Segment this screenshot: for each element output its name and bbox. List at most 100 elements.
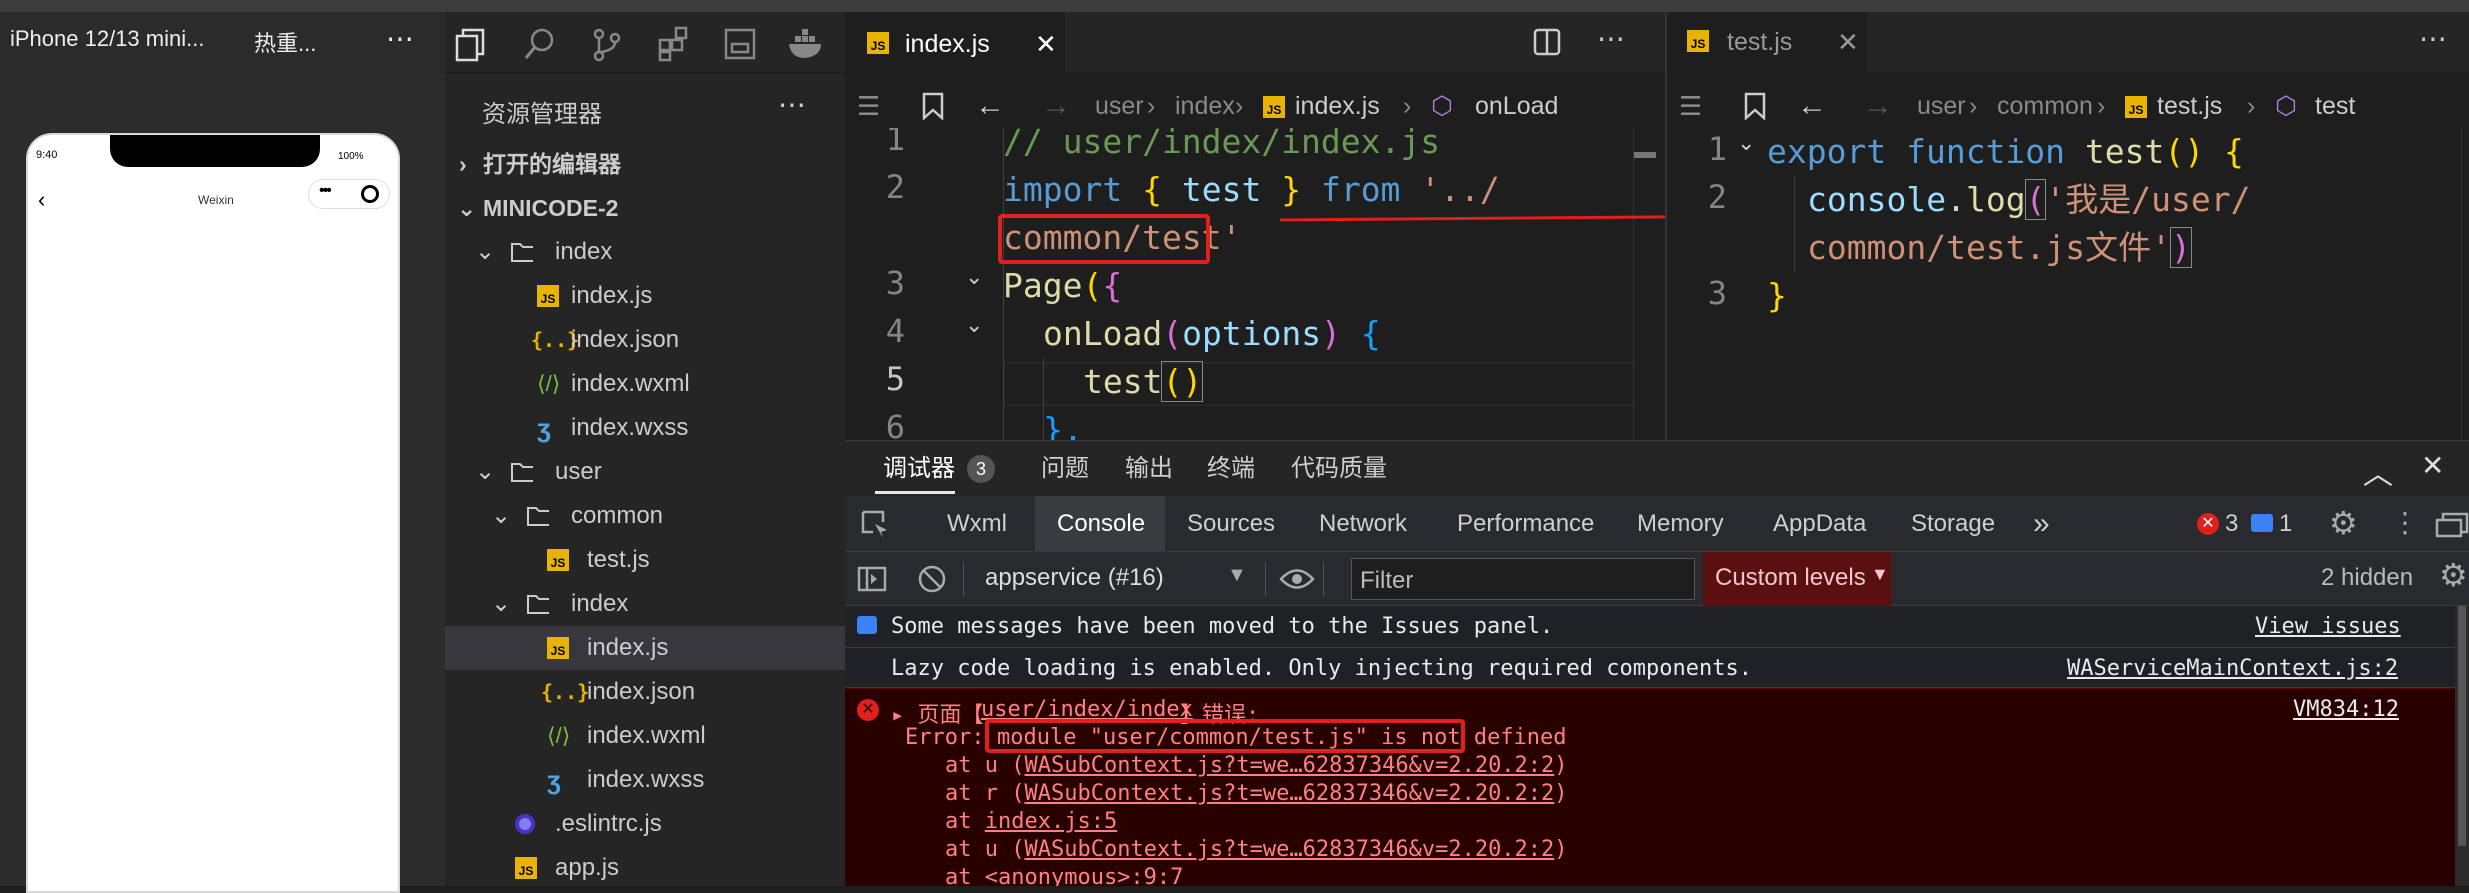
tree-file-user-index-wxss[interactable]: ʒ index.wxss — [445, 758, 845, 802]
docker-icon[interactable] — [787, 26, 827, 62]
devtools-more-icon[interactable]: ⋮ — [2391, 506, 2419, 539]
fold-icon[interactable]: ⌄ — [965, 264, 983, 290]
bookmark-icon[interactable] — [921, 92, 945, 120]
tree-folder-user[interactable]: ⌄ user — [445, 450, 845, 494]
tree-file-user-index-wxml[interactable]: ⟨/⟩ index.wxml — [445, 714, 845, 758]
more-tabs-icon[interactable]: » — [2033, 496, 2050, 552]
editor-more-icon[interactable]: ⋯ — [2419, 22, 2447, 55]
capsule-menu-icon[interactable]: ••• — [319, 182, 332, 200]
storage-icon[interactable] — [722, 26, 758, 62]
js-file-icon: JS — [515, 857, 537, 879]
open-editors-section[interactable]: › 打开的编辑器 — [445, 142, 845, 186]
chevron-down-icon: ▼ — [1227, 564, 1247, 586]
message-count[interactable]: 1 — [2279, 496, 2292, 552]
tree-file-user-index-js[interactable]: JS index.js — [445, 626, 845, 670]
stack-link[interactable]: WASubContext.js?t=we…62837346&v=2.20.2:2 — [1024, 837, 1554, 862]
simulator-more-icon[interactable]: ⋯ — [386, 22, 414, 55]
tab-test-js[interactable]: JS test.js ✕ — [1667, 12, 1867, 72]
context-selector[interactable]: appservice (#16) — [985, 564, 1164, 592]
tab-debugger[interactable]: 调试器 — [883, 441, 955, 497]
fold-icon[interactable]: ⌄ — [1737, 130, 1755, 156]
tree-folder-common[interactable]: ⌄ common — [445, 494, 845, 538]
tree-label: app.js — [555, 854, 620, 881]
split-editor-icon[interactable] — [1533, 28, 1561, 56]
sidebar-toggle-icon[interactable] — [857, 566, 887, 592]
tree-folder-index[interactable]: ⌄ index — [445, 230, 845, 274]
error-source-link[interactable]: VM834:12 — [2293, 697, 2399, 722]
folder-icon — [527, 595, 549, 614]
capsule-close-icon[interactable] — [361, 185, 379, 203]
explorer-icon[interactable] — [455, 26, 495, 62]
hot-reload-selector[interactable]: 热重... — [254, 26, 316, 58]
error-label: Error: — [905, 725, 985, 750]
console-scrollbar[interactable] — [2455, 606, 2469, 886]
dock-icon[interactable] — [2435, 512, 2469, 538]
bookmark-icon[interactable] — [1743, 92, 1767, 120]
editor-more-icon[interactable]: ⋯ — [1597, 22, 1625, 55]
panel-tab-network[interactable]: Network — [1319, 496, 1407, 552]
extensions-icon[interactable] — [656, 26, 692, 62]
minimap[interactable] — [1633, 128, 1656, 440]
css-file-icon: ʒ — [537, 413, 551, 443]
panel-tab-sources[interactable]: Sources — [1187, 496, 1275, 552]
console-settings-icon[interactable]: ⚙ — [2439, 556, 2468, 594]
tab-code-quality[interactable]: 代码质量 — [1291, 441, 1387, 497]
tree-label: index.json — [571, 326, 680, 353]
fold-icon[interactable]: ⌄ — [965, 312, 983, 338]
devtools-panel: 调试器 3 问题 输出 终端 代码质量 ︿ ✕ Wxml Console Sou… — [845, 440, 2469, 886]
settings-gear-icon[interactable]: ⚙ — [2329, 504, 2358, 542]
back-icon[interactable]: ‹ — [38, 187, 45, 213]
panel-tab-performance[interactable]: Performance — [1457, 496, 1594, 552]
chevron-right-icon: › — [459, 151, 467, 177]
file-tree: ⌄ index JS index.js {..} index.json ⟨/⟩ … — [445, 230, 845, 886]
code-area[interactable]: 1 2 3 ⌄ export function test() { console… — [1667, 128, 2469, 440]
menu-capsule[interactable]: ••• — [308, 179, 390, 209]
custom-levels-dropdown[interactable]: Custom levels ▼ — [1703, 552, 1891, 606]
tree-file-index-wxml[interactable]: ⟨/⟩ index.wxml — [445, 362, 845, 406]
stack-link[interactable]: index.js:5 — [985, 809, 1117, 834]
chevron-down-icon: ⌄ — [475, 458, 496, 485]
clear-console-icon[interactable] — [917, 564, 947, 594]
search-icon[interactable] — [522, 26, 558, 62]
source-control-icon[interactable] — [589, 26, 625, 62]
close-icon[interactable]: ✕ — [1035, 14, 1057, 74]
inspect-element-icon[interactable] — [861, 510, 889, 538]
scrollbar[interactable] — [2461, 128, 2469, 440]
view-issues-link[interactable]: View issues — [2255, 614, 2401, 639]
error-count[interactable]: 3 — [2225, 496, 2238, 552]
project-section[interactable]: ⌄ MINICODE-2 — [445, 186, 845, 230]
tab-index-js[interactable]: JS index.js ✕ — [845, 12, 1065, 72]
tab-output[interactable]: 输出 — [1125, 441, 1173, 497]
eye-icon[interactable] — [1279, 566, 1315, 592]
device-selector[interactable]: iPhone 12/13 mini... — [10, 26, 204, 52]
tree-file-index-js[interactable]: JS index.js — [445, 274, 845, 318]
panel-tab-appdata[interactable]: AppData — [1773, 496, 1866, 552]
stack-link[interactable]: WASubContext.js?t=we…62837346&v=2.20.2:2 — [1024, 753, 1554, 778]
maximize-panel-icon[interactable]: ︿ — [2363, 449, 2393, 493]
explorer-more-icon[interactable]: ⋯ — [778, 88, 806, 121]
code-line-1: // user/index/index.js — [1003, 128, 1441, 161]
code-area[interactable]: 1 2 3 4 5 6 ⌄ ⌄ // user/index/index.js i… — [845, 128, 1665, 440]
close-icon[interactable]: ✕ — [1837, 12, 1859, 72]
panel-tab-wxml[interactable]: Wxml — [947, 496, 1007, 552]
tree-folder-user-index[interactable]: ⌄ index — [445, 582, 845, 626]
line-number: 6 — [885, 408, 905, 440]
filter-input[interactable]: Filter — [1351, 558, 1695, 600]
tab-problems[interactable]: 问题 — [1041, 441, 1089, 497]
tree-file-eslintrc[interactable]: .eslintrc.js — [445, 802, 845, 846]
panel-tab-console[interactable]: Console — [1057, 496, 1145, 552]
source-link[interactable]: WAServiceMainContext.js:2 — [2067, 656, 2398, 681]
tree-file-app-js[interactable]: JS app.js — [445, 846, 845, 886]
stack-link[interactable]: WASubContext.js?t=we…62837346&v=2.20.2:2 — [1024, 781, 1554, 806]
panel-tab-storage[interactable]: Storage — [1911, 496, 1995, 552]
tree-file-index-json[interactable]: {..} index.json — [445, 318, 845, 362]
tab-terminal[interactable]: 终端 — [1207, 441, 1255, 497]
status-battery: 100% — [338, 151, 364, 162]
tree-file-test-js[interactable]: JS test.js — [445, 538, 845, 582]
tree-label: .eslintrc.js — [555, 810, 662, 837]
tree-file-index-wxss[interactable]: ʒ index.wxss — [445, 406, 845, 450]
panel-tab-memory[interactable]: Memory — [1637, 496, 1724, 552]
filter-placeholder: Filter — [1360, 567, 1414, 594]
tree-file-user-index-json[interactable]: {..} index.json — [445, 670, 845, 714]
close-panel-icon[interactable]: ✕ — [2421, 449, 2444, 482]
